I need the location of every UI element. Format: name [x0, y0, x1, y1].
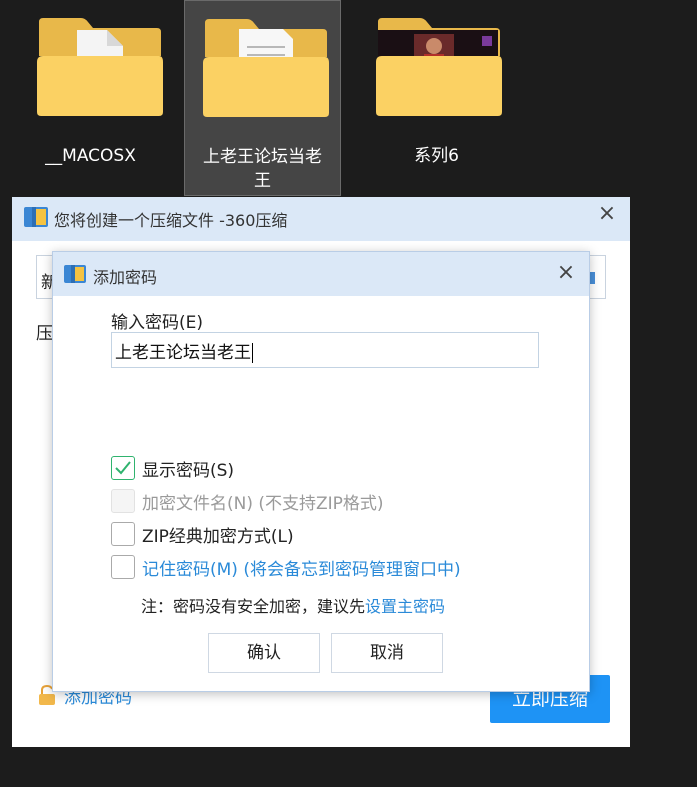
ok-button[interactable]: 确认 — [208, 633, 320, 673]
outer-dialog-title: 您将创建一个压缩文件 -360压缩 — [54, 211, 288, 230]
remember-password-checkbox[interactable] — [111, 555, 135, 579]
inner-titlebar: 添加密码 × — [53, 252, 589, 296]
outer-titlebar: 您将创建一个压缩文件 -360压缩 × — [12, 197, 630, 241]
cancel-button[interactable]: 取消 — [331, 633, 443, 673]
show-password-option[interactable]: 显示密码(S) — [111, 456, 235, 481]
password-dialog-title: 添加密码 — [93, 268, 158, 287]
remember-password-option[interactable]: 记住密码(M) (将会备忘到密码管理窗口中) — [111, 555, 461, 580]
password-input[interactable]: 上老王论坛当老王 — [111, 332, 539, 368]
folder-document-icon — [37, 18, 163, 116]
folder-selected[interactable]: 上老王论坛当老王 — [184, 0, 341, 196]
archive-app-icon — [24, 207, 48, 227]
password-label: 输入密码(E) — [111, 313, 204, 333]
folder-label: 上老王论坛当老王 — [203, 147, 322, 191]
archive-app-icon — [64, 265, 86, 283]
remember-password-label[interactable]: 记住密码(M) (将会备忘到密码管理窗口中) — [142, 555, 461, 580]
show-password-checkbox[interactable] — [111, 456, 135, 480]
close-icon[interactable]: × — [596, 203, 618, 225]
folder-photo-icon — [376, 18, 502, 116]
security-note: 注：密码没有安全加密，建议先设置主密码 — [141, 593, 445, 617]
set-master-password-link[interactable]: 设置主密码 — [365, 597, 445, 616]
folder-macosx[interactable]: __MACOSX — [12, 0, 169, 196]
folder-series6[interactable]: 系列6 — [358, 0, 515, 196]
folder-label: 系列6 — [414, 146, 459, 166]
check-icon — [115, 461, 131, 475]
compress-label: 压 — [36, 324, 53, 344]
zip-classic-option[interactable]: ZIP经典加密方式(L) — [111, 522, 294, 547]
folder-document-icon — [203, 19, 329, 117]
encrypt-filenames-checkbox — [111, 489, 135, 513]
add-password-dialog: 添加密码 × 输入密码(E) 上老王论坛当老王 显示密码(S) 加密文件名(N)… — [52, 251, 590, 692]
folder-label: __MACOSX — [45, 146, 136, 166]
encrypt-filenames-option: 加密文件名(N) (不支持ZIP格式) — [111, 489, 384, 514]
password-value: 上老王论坛当老王 — [115, 343, 253, 363]
encrypt-filenames-label: 加密文件名(N) (不支持ZIP格式) — [142, 493, 384, 514]
zip-classic-label: ZIP经典加密方式(L) — [142, 526, 294, 547]
security-note-text: 注：密码没有安全加密，建议先 — [141, 597, 366, 616]
zip-classic-checkbox[interactable] — [111, 522, 135, 546]
close-icon[interactable]: × — [555, 262, 577, 284]
show-password-label: 显示密码(S) — [142, 460, 235, 481]
